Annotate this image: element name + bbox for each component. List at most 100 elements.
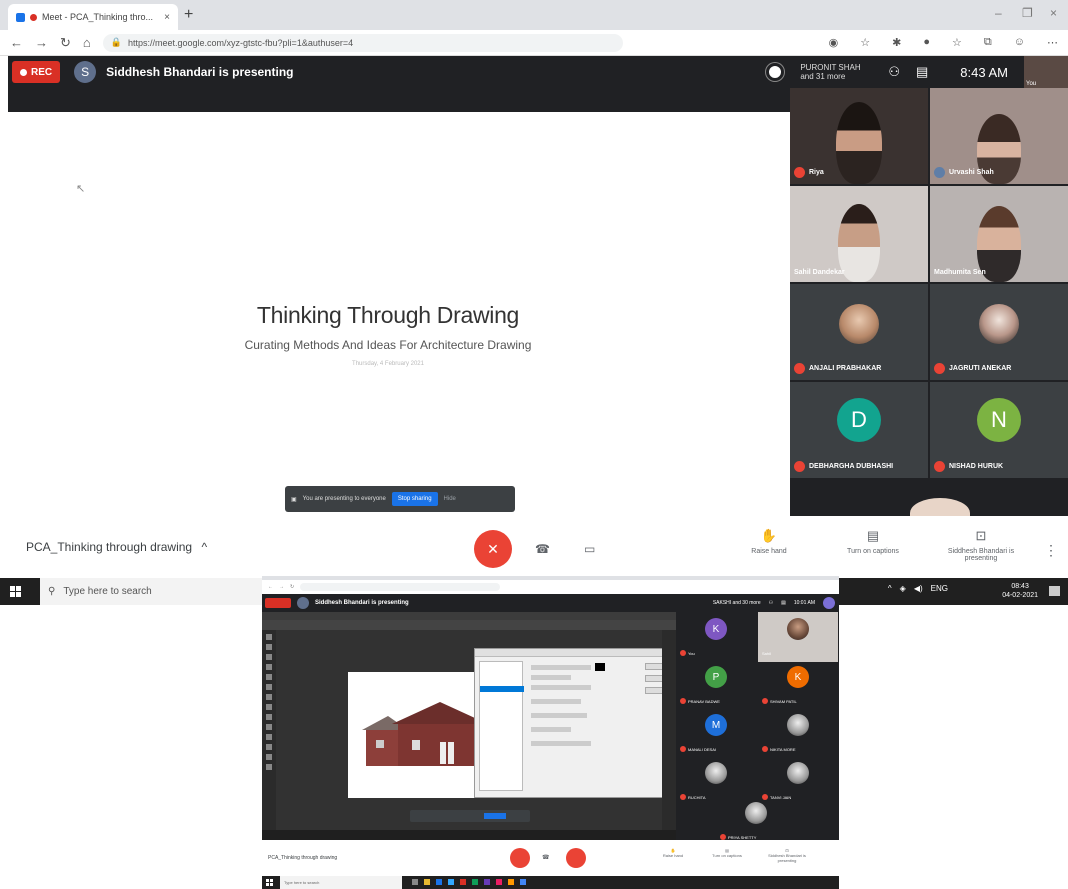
profile-icon[interactable]: ☺ (1014, 36, 1025, 49)
forward-icon[interactable]: → (279, 584, 284, 590)
meeting-details-button[interactable]: PCA_Thinking through drawing (268, 855, 337, 861)
url-input[interactable] (300, 583, 501, 591)
url-input[interactable]: 🔒 https://meet.google.com/xyz-gtstc-fbu?… (102, 33, 623, 52)
taskbar-clock[interactable]: 08:43 04-02-2021 (1002, 582, 1038, 600)
participant-video (787, 618, 809, 640)
photoshop-statusbar (262, 830, 676, 840)
star-icon[interactable]: ☆ (860, 36, 870, 49)
home-icon[interactable]: ⌂ (83, 35, 91, 50)
present-button[interactable]: ⊡ Siddhesh Bhandari is presenting (762, 848, 812, 863)
language-indicator[interactable]: ENG (931, 584, 948, 593)
participant-tile[interactable]: PRIYA SHETTY (716, 796, 796, 846)
participant-tile[interactable]: K SHIVAM PATIL (758, 660, 838, 710)
minimize-button[interactable]: – (995, 6, 1002, 20)
participant-tile[interactable]: K You (676, 612, 756, 662)
windows-start-icon[interactable] (266, 879, 273, 886)
app-icon[interactable] (496, 879, 502, 885)
back-icon[interactable]: ← (268, 584, 273, 590)
tab-close-icon[interactable]: × (164, 12, 170, 23)
app-icon[interactable] (508, 879, 514, 885)
close-window-button[interactable]: × (1050, 6, 1057, 20)
collections-icon[interactable]: ⧉ (984, 36, 992, 49)
meet-controls: PCA_Thinking through drawing ^ ✕ ☎ ▭ ✋ R… (0, 516, 1068, 578)
chrome-icon[interactable] (520, 879, 526, 885)
tab-title: Meet - PCA_Thinking thro... (42, 12, 154, 22)
refresh-icon[interactable]: ↻ (60, 35, 71, 51)
hand-icon: ✋ (760, 528, 778, 543)
present-button[interactable]: ⊡ Siddhesh Bhandari is presenting (936, 528, 1026, 562)
photoshop-menubar (262, 612, 676, 620)
raise-hand-button[interactable]: ✋ Raise hand (648, 848, 698, 858)
participant-name: RUCHITA (680, 794, 705, 800)
participant-grid: K You Sahil P PRANAV BADWE K SHIVAM PATI… (676, 612, 839, 840)
back-icon[interactable]: ← (10, 35, 23, 50)
hide-banner-button[interactable]: Hide (444, 496, 456, 502)
chat-icon[interactable]: ▤ (781, 600, 786, 606)
notifications-icon[interactable] (1049, 586, 1060, 596)
share-banner-text: You are presenting to everyone (302, 496, 386, 502)
task-view-icon[interactable] (412, 879, 418, 885)
volume-icon[interactable]: ◀) (914, 584, 923, 593)
camera-icon[interactable]: ◉ (829, 36, 839, 49)
mic-off-button[interactable]: ✕ (474, 530, 512, 568)
extension-icon[interactable]: ✱ (892, 36, 901, 49)
captions-button[interactable]: ▤ Turn on captions (828, 528, 918, 555)
windows-start-icon[interactable] (10, 586, 21, 597)
participant-tile[interactable]: N NISHAD HURUK (930, 382, 1068, 478)
participant-tile[interactable]: Sahil Dandekar (790, 186, 928, 282)
camera-off-button[interactable] (566, 848, 586, 868)
taskbar-search-input[interactable]: Type here to search (280, 876, 402, 889)
more-options-icon[interactable]: ⋮ (1044, 542, 1058, 559)
mic-off-button[interactable] (510, 848, 530, 868)
app-icon[interactable] (484, 879, 490, 885)
chat-icon[interactable]: ▤ (916, 64, 928, 80)
sharing-banner: ▣ You are presenting to everyone Stop sh… (285, 486, 515, 512)
maximize-button[interactable]: ❐ (1022, 6, 1033, 20)
refresh-icon[interactable]: ↻ (290, 584, 294, 590)
captions-button[interactable]: ▤ Turn on captions (702, 848, 752, 858)
app-icon[interactable] (472, 879, 478, 885)
app-icon[interactable] (460, 879, 466, 885)
meeting-details-button[interactable]: PCA_Thinking through drawing ^ (26, 540, 207, 554)
participant-grid: Riya Urvashi Shah Sahil Dandekar Madhumi… (790, 88, 1068, 528)
record-icon[interactable]: ● (923, 36, 930, 49)
raise-hand-button[interactable]: ✋ Raise hand (724, 528, 814, 555)
lock-icon: 🔒 (110, 37, 122, 47)
chevron-up-icon[interactable]: ^ (888, 584, 892, 593)
camera-off-icon[interactable]: ▭ (584, 542, 595, 556)
present-label: Siddhesh Bhandari is presenting (947, 548, 1015, 562)
hangup-icon[interactable]: ☎ (535, 542, 550, 556)
participant-tile[interactable]: D DEBHARGHA DUBHASHI (790, 382, 928, 478)
participant-tile[interactable]: JAGRUTI ANEKAR (930, 284, 1068, 380)
hangup-icon[interactable]: ☎ (542, 854, 549, 861)
participant-tile[interactable]: Riya (790, 88, 928, 184)
people-icon[interactable]: ⚇ (769, 600, 773, 606)
participant-tile[interactable]: Urvashi Shah (930, 88, 1068, 184)
taskbar-search-input[interactable]: ⚲ Type here to search (40, 578, 262, 605)
dialog-list[interactable] (479, 661, 524, 791)
self-view-tile[interactable]: You (1024, 56, 1068, 88)
participant-tile[interactable]: P PRANAV BADWE (676, 660, 756, 710)
account-avatar[interactable] (823, 597, 835, 609)
favorites-icon[interactable]: ☆ (952, 36, 962, 49)
new-tab-button[interactable]: + (184, 6, 193, 24)
participant-tile[interactable]: Madhumita Sen (930, 186, 1068, 282)
stop-sharing-button[interactable]: Stop sharing (391, 492, 438, 506)
menu-icon[interactable]: ⋯ (1047, 36, 1058, 49)
participant-tile[interactable]: M MANALI DESAI (676, 708, 756, 758)
browser-tab-meet[interactable]: Meet - PCA_Thinking thro... × (8, 4, 178, 30)
browser-tabstrip: Meet - PCA_Thinking thro... × + – ❐ × (0, 0, 1068, 30)
edge-icon[interactable] (436, 879, 442, 885)
participant-name: MANALI DESAI (680, 746, 716, 752)
people-icon[interactable]: ⚇ (888, 64, 900, 80)
network-icon[interactable]: ◈ (900, 584, 906, 593)
participant-tile[interactable]: NIKITA MORE (758, 708, 838, 758)
meeting-clock: 8:43 AM (960, 64, 1008, 80)
file-explorer-icon[interactable] (424, 879, 430, 885)
participant-tile[interactable]: ANJALI PRABHAKAR (790, 284, 928, 380)
participant-tile[interactable]: Sahil (758, 612, 838, 662)
stop-sharing-button[interactable] (484, 813, 506, 819)
url-text: https://meet.google.com/xyz-gtstc-fbu?pl… (127, 37, 354, 48)
photoshop-icon[interactable] (448, 879, 454, 885)
forward-icon[interactable]: → (35, 35, 48, 50)
